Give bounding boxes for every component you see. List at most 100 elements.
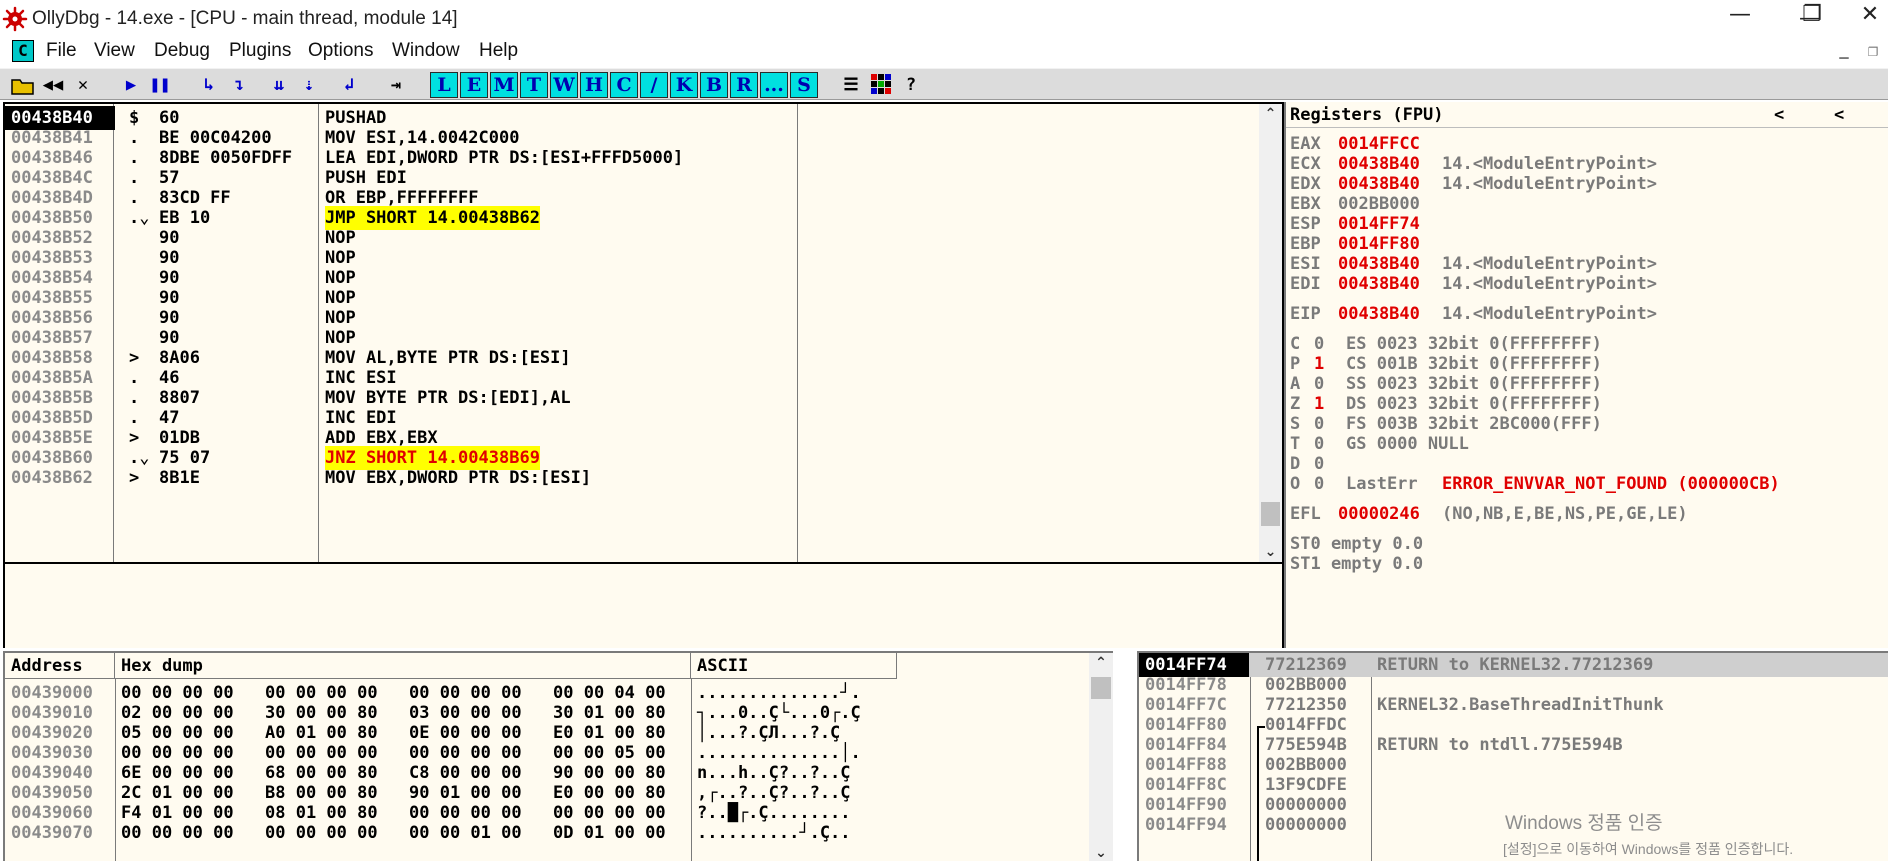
scroll-thumb[interactable] [1091,677,1111,699]
flag-name: O [1290,474,1301,494]
stack-value[interactable]: 00000000 [1265,813,1347,837]
references-button[interactable]: R [730,72,758,98]
dump-scrollbar[interactable]: ⌃ ⌄ [1089,653,1113,861]
restart-icon[interactable]: ◀◀ [40,72,66,98]
register-row-edi[interactable]: EDI 00438B40 14.<ModuleEntryPoint> [1286,272,1886,296]
menu-debug[interactable]: Debug [154,40,210,62]
step-into-icon[interactable]: ↳ [196,72,222,98]
memory-map-button[interactable]: M [490,72,518,98]
disassembly-pane[interactable]: 00438B40 $60 PUSHAD 00438B41. BE 00C04200 MOV… [3,102,1284,564]
instruction-mnemonic: MOV EBX,DWORD PTR DS:[ESI] [325,468,592,488]
pause-icon[interactable]: ❚❚ [147,72,173,98]
goto-icon[interactable]: ⇥ [383,72,409,98]
window-minimize-button[interactable]: — [1720,0,1760,30]
trace-over-icon[interactable]: ⇣ [296,72,322,98]
dump-ascii-header[interactable]: ASCII [691,653,897,679]
dump-hex-group[interactable]: 00 00 01 00 [409,821,522,845]
dump-hex-group[interactable]: 00 00 00 00 [121,821,234,845]
cpu-window-icon[interactable]: C [12,40,34,62]
ollydbg-bug-icon [2,6,28,32]
source-button[interactable]: S [790,72,818,98]
stack-frame-bracket [1257,726,1265,861]
scroll-up-icon[interactable]: ⌃ [1259,104,1282,124]
segment-info: LastErr [1346,474,1418,494]
dump-address: 00439070 [11,823,93,843]
cpu-button[interactable]: C [610,72,638,98]
menu-window[interactable]: Window [392,40,460,62]
list-icon[interactable]: ☰ [838,72,864,98]
breakpoints-button[interactable]: B [700,72,728,98]
dump-hex-group[interactable]: 00 00 00 00 [265,821,378,845]
scroll-down-icon[interactable]: ⌄ [1259,542,1282,562]
flag-value[interactable]: 0 [1314,472,1324,496]
window-close-button[interactable]: ✕ [1852,0,1888,30]
toolbar: ◀◀ ✕ ▶ ❚❚ ↳ ↴ ⇊ ⇣ ↲ ⇥ L E M T W H C / K … [0,68,1888,100]
last-error-value: ERROR_ENVVAR_NOT_FOUND (000000CB) [1442,474,1780,494]
dump-ascii[interactable]: ..........┘.Ç.. [697,821,851,845]
help-icon[interactable]: ? [898,72,924,98]
register-comment: (NO,NB,E,BE,NS,PE,GE,LE) [1442,504,1688,524]
executable-modules-button[interactable]: E [460,72,488,98]
open-icon[interactable] [10,72,36,98]
patches-button[interactable]: / [640,72,668,98]
registers-pane[interactable]: Registers (FPU) < < EAX 0014FFCC ECX 00438B… [1284,102,1888,648]
threads-button[interactable]: T [520,72,548,98]
stack-address: 0014FF94 [1145,815,1227,835]
registers-prev-icon[interactable]: < [1774,103,1784,127]
windows-button[interactable]: W [550,72,578,98]
window-title: OllyDbg - 14.exe - [CPU - main thread, m… [32,8,458,29]
dump-address-header[interactable]: Address [5,653,115,679]
title-bar: OllyDbg - 14.exe - [CPU - main thread, m… [0,0,1888,38]
scroll-thumb[interactable] [1261,502,1280,526]
registers-title: Registers (FPU) [1290,105,1444,125]
handles-button[interactable]: H [580,72,608,98]
call-stack-button[interactable]: K [670,72,698,98]
register-name: EIP [1290,304,1321,324]
fpu-st1-row[interactable]: ST1 empty 0.0 [1290,552,1423,576]
register-comment: 14.<ModuleEntryPoint> [1442,304,1657,324]
flag-row-o[interactable]: O 0 LastErr ERROR_ENVVAR_NOT_FOUND (000000C… [1286,472,1886,496]
menu-options[interactable]: Options [308,40,373,62]
mdi-minimize-icon[interactable]: ▁ [1833,42,1855,62]
menu-file[interactable]: File [46,40,77,62]
registers-prev2-icon[interactable]: < [1834,103,1844,127]
register-value[interactable]: 00438B40 [1338,302,1420,326]
watermark-subtitle: [설정]으로 이동하여 Windows를 정품 인증합니다. [1503,841,1794,857]
dump-row[interactable]: 00439070 00 00 00 00 00 00 00 00 00 00 01 0… [5,821,1085,845]
register-name: EFL [1290,504,1321,524]
step-over-icon[interactable]: ↴ [226,72,252,98]
register-value[interactable]: 00000246 [1338,502,1420,526]
hex-dump-pane[interactable]: Address Hex dump ASCII 00439000 00 00 00 … [3,651,1113,861]
disassembly-row[interactable]: 00438B62 >8B1E MOV EBX,DWORD PTR DS:[ESI] [5,466,1257,490]
scroll-down-icon[interactable]: ⌄ [1089,843,1113,861]
trace-into-icon[interactable]: ⇊ [266,72,292,98]
menu-view[interactable]: View [94,40,135,62]
disassembly-scrollbar[interactable]: ⌃ ⌄ [1259,104,1282,562]
menu-plugins[interactable]: Plugins [229,40,291,62]
dump-hex-header[interactable]: Hex dump [115,653,691,679]
menu-help[interactable]: Help [479,40,518,62]
scroll-up-icon[interactable]: ⌃ [1089,653,1113,673]
flow-marker: > [129,468,140,488]
dump-hex-group[interactable]: 0D 01 00 00 [553,821,666,845]
log-window-button[interactable]: L [430,72,458,98]
watermark-title: Windows 정품 인증 [1505,813,1663,834]
execute-till-return-icon[interactable]: ↲ [336,72,362,98]
grid-icon[interactable] [868,72,894,98]
register-value[interactable]: 00438B40 [1338,272,1420,296]
window-restore-button[interactable]: ❐ [1792,0,1832,30]
register-row-efl[interactable]: EFL 00000246 (NO,NB,E,BE,NS,PE,GE,LE) [1286,502,1886,526]
register-row-eip[interactable]: EIP 00438B40 14.<ModuleEntryPoint> [1286,302,1886,326]
close-icon[interactable]: ✕ [70,72,96,98]
info-pane [3,564,1284,648]
instruction-hex: 8B1E [159,468,200,488]
run-icon[interactable]: ▶ [118,72,144,98]
instruction-address: 00438B62 [11,468,93,488]
register-comment: 14.<ModuleEntryPoint> [1442,274,1657,294]
registers-header[interactable]: Registers (FPU) < < [1286,102,1888,128]
register-name: EDI [1290,274,1321,294]
windows-activation-watermark: Windows 정품 인증 [설정]으로 이동하여 Windows를 정품 인증… [1503,808,1793,859]
menu-bar: C File View Debug Plugins Options Window… [0,38,1888,68]
mdi-restore-icon[interactable]: ❐ [1862,42,1884,62]
run-trace-button[interactable]: ... [760,72,788,98]
